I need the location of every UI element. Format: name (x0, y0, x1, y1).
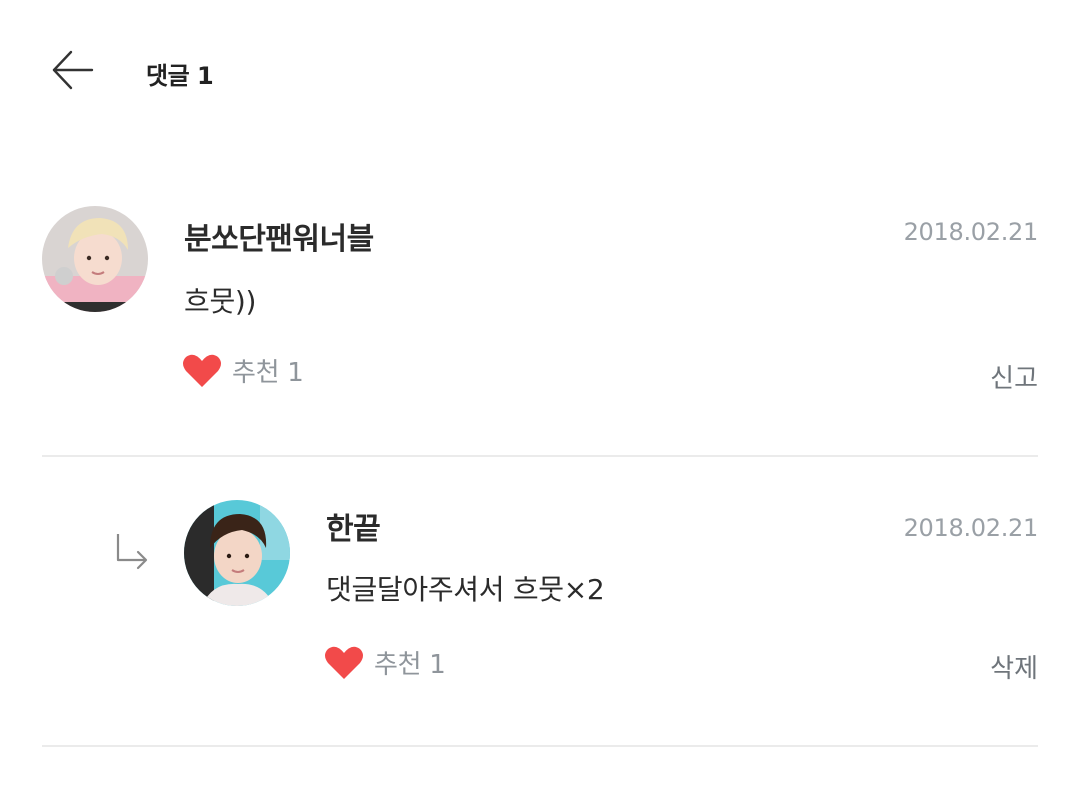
header-bar: 댓글 1 (0, 0, 1080, 140)
divider (42, 455, 1038, 457)
comment-date: 2018.02.21 (903, 218, 1039, 246)
reply-arrow-icon (110, 530, 154, 574)
like-count-label: 추천 1 (232, 358, 304, 388)
divider (42, 745, 1038, 747)
heart-icon (183, 354, 221, 387)
page-title: 댓글 1 (146, 62, 214, 90)
avatar[interactable] (184, 500, 290, 606)
heart-icon (325, 646, 363, 679)
delete-button[interactable]: 삭제 (990, 648, 1038, 685)
arrow-left-icon (52, 50, 94, 90)
user-avatar-icon (42, 206, 148, 312)
user-avatar-icon (184, 500, 290, 606)
like-button[interactable]: 추천 1 (182, 352, 304, 389)
avatar[interactable] (42, 206, 148, 312)
reply-date: 2018.02.21 (903, 514, 1039, 542)
back-button[interactable] (44, 42, 100, 98)
like-button[interactable]: 추천 1 (324, 644, 446, 681)
like-count-label: 추천 1 (374, 650, 446, 680)
reply-author[interactable]: 한끝 (326, 504, 381, 548)
report-button[interactable]: 신고 (990, 358, 1038, 395)
comment-text: 흐뭇)) (184, 285, 257, 318)
reply-text: 댓글달아주셔서 흐뭇×2 (326, 573, 605, 606)
comment-author[interactable]: 분쏘단팬워너블 (184, 214, 374, 258)
